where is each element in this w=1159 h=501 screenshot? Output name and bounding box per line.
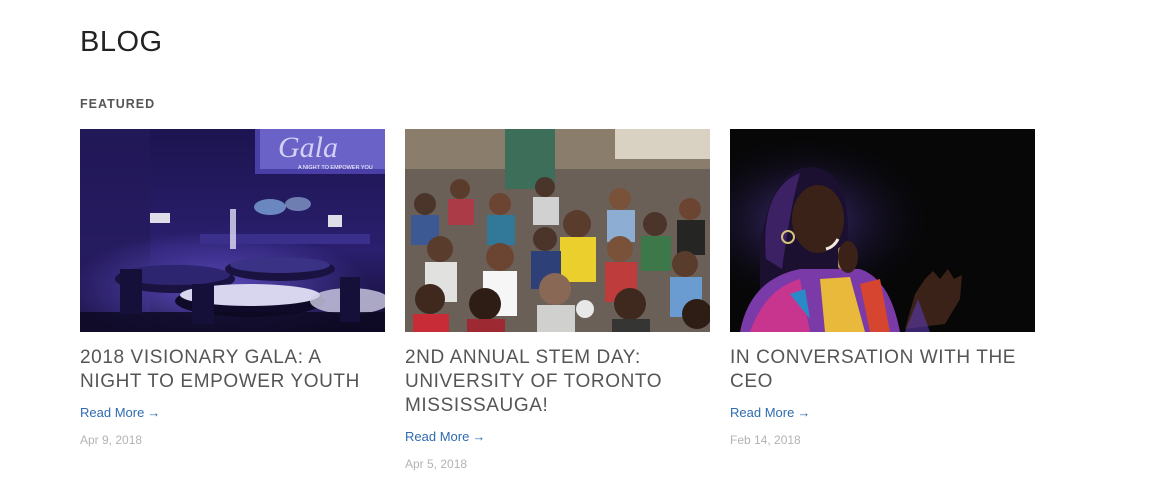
read-more-label: Read More: [80, 405, 145, 420]
post-card: 2ND ANNUAL STEM DAY: UNIVERSITY OF TORON…: [405, 129, 710, 471]
post-image-stem-day[interactable]: [405, 129, 710, 332]
post-date: Feb 14, 2018: [730, 433, 801, 447]
page-title: BLOG: [80, 26, 163, 58]
arrow-right-icon: →: [147, 405, 161, 420]
post-title[interactable]: IN CONVERSATION WITH THE CEO: [730, 346, 1035, 394]
arrow-right-icon: →: [472, 429, 486, 444]
featured-label: FEATURED: [80, 97, 156, 111]
post-image-gala[interactable]: Gala A NIGHT TO EMPOWER YOU: [80, 129, 385, 332]
post-date: Apr 5, 2018: [405, 457, 468, 471]
read-more-link[interactable]: Read More →: [80, 405, 160, 420]
svg-text:Gala: Gala: [278, 131, 338, 164]
gala-banner-text: A NIGHT TO EMPOWER YOU: [298, 165, 373, 171]
post-title[interactable]: 2018 VISIONARY GALA: A NIGHT TO EMPOWER …: [80, 346, 385, 394]
read-more-label: Read More: [405, 429, 470, 444]
post-card: Gala A NIGHT TO EMPOWER YOU 2018 VISIONA…: [80, 129, 385, 471]
arrow-right-icon: →: [797, 405, 811, 420]
featured-posts: Gala A NIGHT TO EMPOWER YOU 2018 VISIONA…: [80, 129, 1035, 471]
post-image-ceo-conversation[interactable]: [730, 129, 1035, 332]
read-more-label: Read More: [730, 405, 795, 420]
read-more-link[interactable]: Read More →: [730, 405, 810, 420]
read-more-link[interactable]: Read More →: [405, 429, 485, 444]
post-date: Apr 9, 2018: [80, 433, 143, 447]
post-title[interactable]: 2ND ANNUAL STEM DAY: UNIVERSITY OF TORON…: [405, 346, 710, 418]
post-card: IN CONVERSATION WITH THE CEO Read More → …: [730, 129, 1035, 471]
